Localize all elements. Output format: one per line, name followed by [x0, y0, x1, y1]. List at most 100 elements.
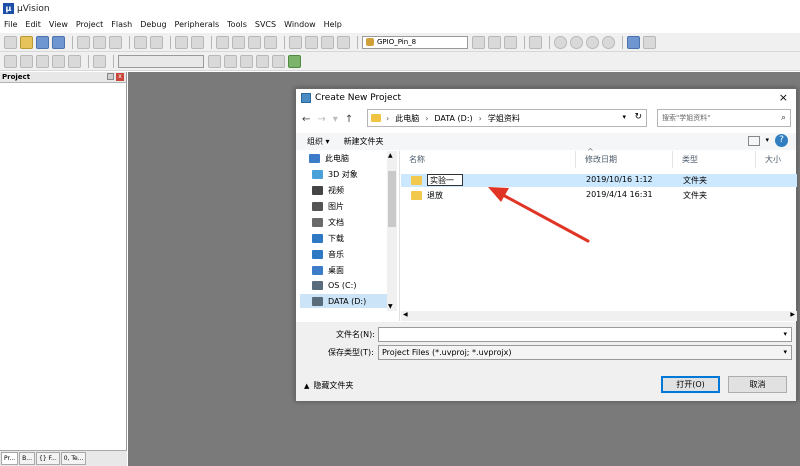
stop-build-icon[interactable] [68, 54, 81, 68]
search-input[interactable]: 搜索"学姐资料" ⌕ [657, 109, 791, 127]
tree-item-os-c[interactable]: OS (C:) [312, 281, 356, 290]
scroll-left-icon[interactable]: ◀ [403, 311, 408, 318]
incremental-find-icon[interactable] [504, 35, 517, 49]
tree-item-music[interactable]: 音乐 [312, 249, 344, 260]
column-header-name[interactable]: 名称 [401, 151, 576, 168]
bookmark-icon[interactable] [216, 35, 229, 49]
scrollbar-thumb[interactable] [388, 171, 396, 227]
tree-item-pictures[interactable]: 图片 [312, 201, 344, 212]
save-icon[interactable] [36, 35, 49, 49]
rebuild-icon[interactable] [36, 54, 49, 68]
kill-breakpoints-icon[interactable] [602, 35, 615, 49]
column-header-type[interactable]: 类型 [674, 151, 756, 168]
refresh-icon[interactable]: ↻ [634, 112, 642, 122]
disable-breakpoint-icon[interactable] [586, 35, 599, 49]
tree-item-downloads[interactable]: 下载 [312, 233, 344, 244]
tree-item-data-d[interactable]: DATA (D:) [300, 294, 394, 308]
menu-view[interactable]: View [49, 20, 68, 29]
paste-icon[interactable] [109, 35, 122, 49]
file-list-scrollbar[interactable]: ◀ ▶ [401, 311, 797, 321]
batch-build-icon[interactable] [52, 54, 65, 68]
next-bookmark-icon[interactable] [248, 35, 261, 49]
recent-locations-icon[interactable]: ▾ [333, 114, 338, 125]
translate-icon[interactable] [4, 54, 17, 68]
open-file-icon[interactable] [20, 35, 33, 49]
tab-books[interactable]: B... [19, 452, 35, 465]
breadcrumb-data-drive[interactable]: DATA (D:) [434, 114, 472, 123]
comment-icon[interactable] [321, 35, 334, 49]
menu-help[interactable]: Help [324, 20, 342, 29]
menu-edit[interactable]: Edit [25, 20, 41, 29]
clear-bookmarks-icon[interactable] [264, 35, 277, 49]
search-icon[interactable]: ⌕ [781, 113, 786, 123]
pack-installer-icon[interactable] [272, 54, 285, 68]
address-dropdown-icon[interactable]: ▾ [622, 113, 626, 121]
view-options-icon[interactable] [748, 136, 760, 146]
menu-flash[interactable]: Flash [111, 20, 132, 29]
undo-icon[interactable] [134, 35, 147, 49]
column-header-size[interactable]: 大小 [757, 151, 797, 168]
tree-item-desktop[interactable]: 桌面 [312, 265, 344, 276]
navigation-scrollbar[interactable]: ▲ ▼ [387, 151, 397, 311]
download-icon[interactable] [93, 54, 106, 68]
up-arrow-icon[interactable]: ↑ [345, 114, 353, 125]
nav-forward-icon[interactable] [191, 35, 204, 49]
tree-item-3d-objects[interactable]: 3D 对象 [312, 169, 358, 180]
select-packs-icon[interactable] [256, 54, 269, 68]
target-options-icon[interactable] [208, 54, 221, 68]
menu-window[interactable]: Window [284, 20, 316, 29]
scroll-right-icon[interactable]: ▶ [790, 311, 795, 318]
indent-icon[interactable] [289, 35, 302, 49]
chevron-down-icon[interactable]: ▾ [783, 330, 787, 338]
prev-bookmark-icon[interactable] [232, 35, 245, 49]
open-button[interactable]: 打开(O) [661, 376, 720, 393]
breadcrumb-current-folder[interactable]: 学姐资料 [488, 113, 520, 124]
file-row[interactable]: 实验一 2019/10/16 1:12 文件夹 [401, 174, 797, 187]
new-folder-button[interactable]: 新建文件夹 [344, 136, 384, 147]
unindent-icon[interactable] [305, 35, 318, 49]
help-icon[interactable]: ? [775, 134, 788, 147]
close-icon[interactable]: x [116, 73, 124, 81]
build-icon[interactable] [20, 54, 33, 68]
filename-input[interactable]: ▾ [378, 327, 792, 342]
tab-functions[interactable]: {} F... [36, 452, 60, 465]
redo-icon[interactable] [150, 35, 163, 49]
file-extensions-icon[interactable] [224, 54, 237, 68]
view-dropdown-icon[interactable]: ▾ [765, 136, 769, 144]
tree-item-videos[interactable]: 视频 [312, 185, 344, 196]
manage-components-icon[interactable] [240, 54, 253, 68]
cut-icon[interactable] [77, 35, 90, 49]
scroll-down-icon[interactable]: ▼ [388, 303, 393, 310]
nav-back-icon[interactable] [175, 35, 188, 49]
uncomment-icon[interactable] [337, 35, 350, 49]
breadcrumb-this-pc[interactable]: 此电脑 [395, 113, 419, 124]
menu-peripherals[interactable]: Peripherals [175, 20, 220, 29]
target-select[interactable]: GPIO_Pin_8 [362, 35, 468, 49]
debug-session-icon[interactable] [554, 35, 567, 49]
tree-item-this-pc[interactable]: 此电脑 [309, 153, 349, 164]
run-environment-icon[interactable] [288, 54, 301, 68]
tab-templates[interactable]: 0, Te... [60, 452, 87, 465]
scroll-up-icon[interactable]: ▲ [388, 152, 393, 159]
breakpoint-icon[interactable] [570, 35, 583, 49]
configure-icon[interactable] [643, 35, 656, 49]
search-dropdown-icon[interactable] [529, 35, 542, 49]
hide-folders-toggle[interactable]: ▲ 隐藏文件夹 [304, 380, 353, 391]
address-bar[interactable]: › 此电脑 › DATA (D:) › 学姐资料 ▾ ↻ [367, 109, 647, 127]
pin-icon[interactable] [107, 73, 114, 80]
menu-project[interactable]: Project [76, 20, 103, 29]
file-row[interactable]: 退放 2019/4/14 16:31 文件夹 [401, 189, 797, 202]
dialog-close-button[interactable]: × [779, 91, 788, 104]
window-layout-icon[interactable] [627, 35, 640, 49]
back-arrow-icon[interactable]: ← [302, 114, 310, 125]
find-in-files-icon[interactable] [488, 35, 501, 49]
build-target-select[interactable] [118, 54, 204, 68]
save-all-icon[interactable] [52, 35, 65, 49]
menu-tools[interactable]: Tools [227, 20, 247, 29]
tab-project[interactable]: Pr... [1, 452, 19, 465]
menu-svcs[interactable]: SVCS [255, 20, 276, 29]
find-icon[interactable] [472, 35, 485, 49]
menu-debug[interactable]: Debug [140, 20, 166, 29]
forward-arrow-icon[interactable]: → [317, 114, 325, 125]
copy-icon[interactable] [93, 35, 106, 49]
